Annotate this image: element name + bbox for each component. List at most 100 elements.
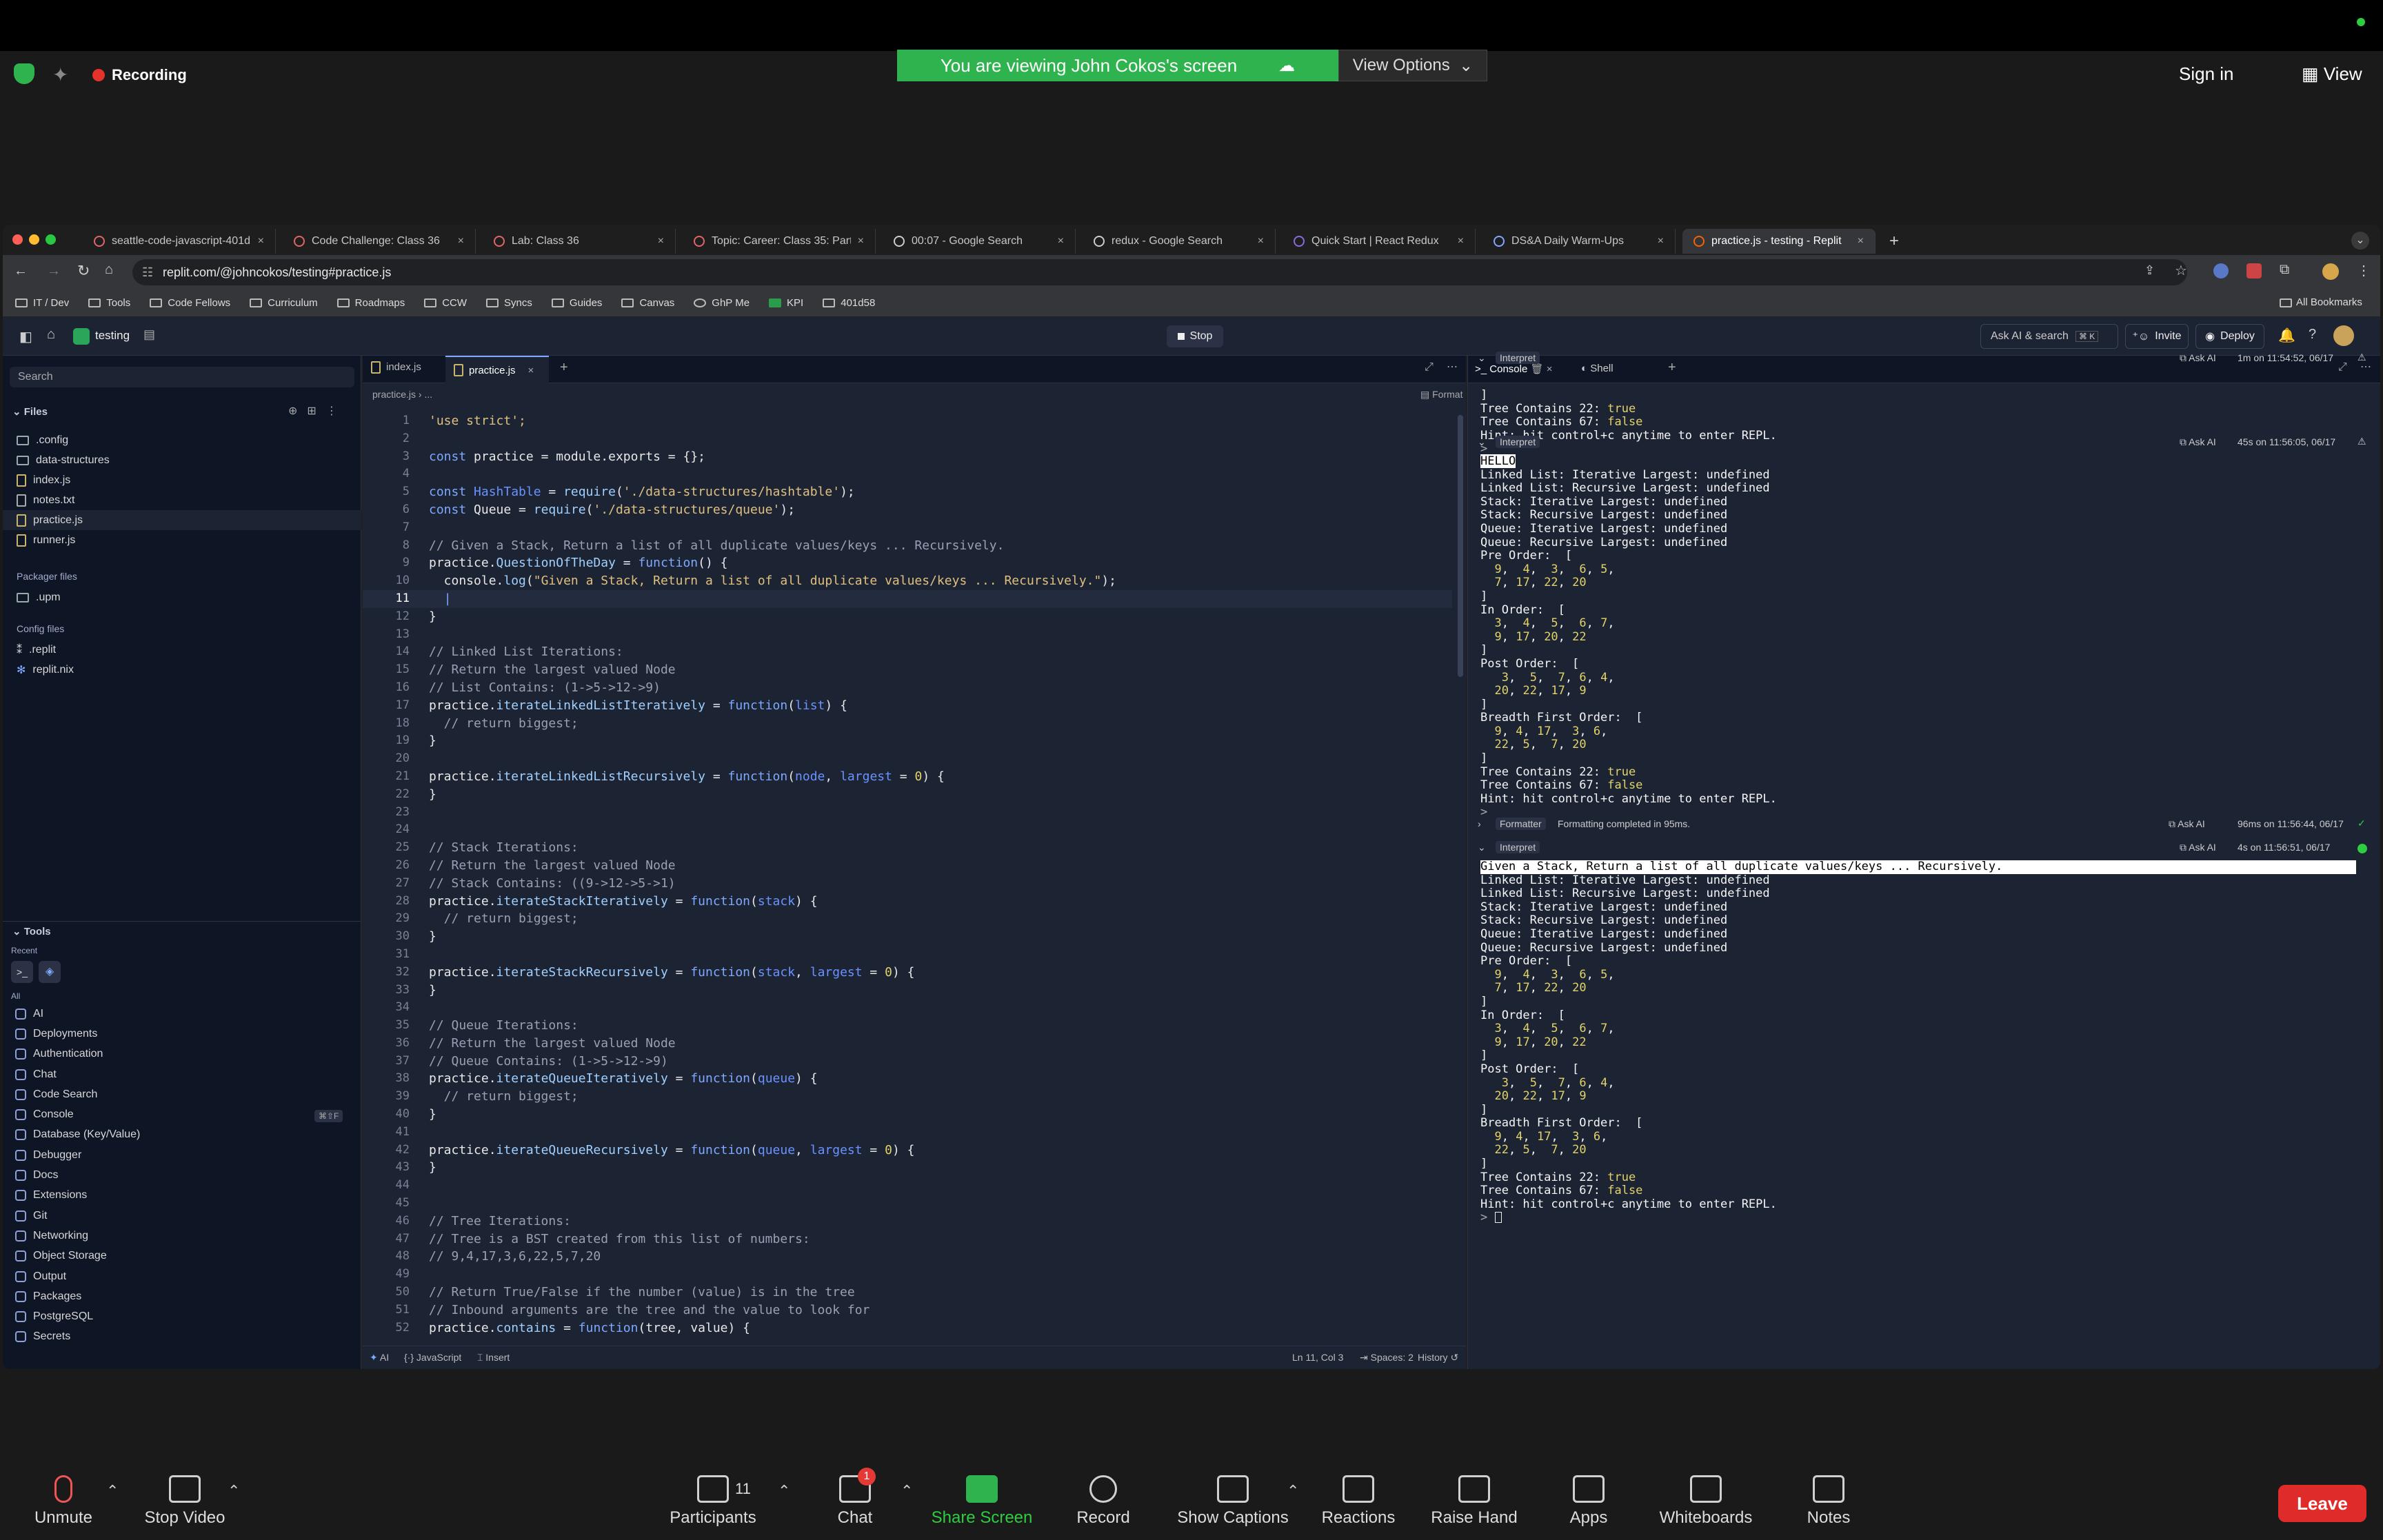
home-icon[interactable]: ⌂ [105,262,113,278]
ask-ai-button[interactable]: ⧉ Ask AI [2180,842,2216,853]
view-button[interactable]: ▦ View [2302,63,2362,85]
extension-icon[interactable] [2246,263,2262,278]
close-tab-icon[interactable]: × [858,235,864,247]
browser-tab[interactable]: 00:07 - Google Search × [883,229,1076,254]
record-button[interactable]: Record [1041,1475,1165,1528]
more-menu-icon[interactable]: ⋮ [2357,262,2371,279]
whiteboards-button[interactable]: Whiteboards [1644,1475,1768,1528]
maximize-window-icon[interactable] [46,234,56,245]
ask-ai-button[interactable]: ⧉ Ask AI [2169,818,2205,830]
chevron-up-icon[interactable]: ⌃ [1287,1482,1299,1500]
tool-item[interactable]: Deployments [3,1024,361,1044]
puzzle-icon[interactable]: ⧉ [2280,262,2289,278]
packages-recent-icon[interactable]: ◈ [39,961,61,983]
editor-scrollbar[interactable] [1458,415,1463,677]
chevron-up-icon[interactable]: ⌃ [228,1482,240,1500]
sparkle-icon[interactable]: ✦ [52,63,68,86]
notes-button[interactable]: Notes [1767,1475,1891,1528]
tool-item[interactable]: Extensions [3,1186,361,1206]
close-tab-icon[interactable]: × [1658,235,1664,247]
bookmark-star-icon[interactable]: ☆ [2175,262,2187,279]
tool-item[interactable]: Code Search [3,1084,361,1104]
ask-ai-button[interactable]: ⧉ Ask AI [2180,436,2216,448]
status-position[interactable]: Ln 11, Col 3 [1292,1352,1343,1363]
file-item[interactable]: ⁑ .replit [3,640,56,660]
close-tab-icon[interactable]: × [1258,235,1264,247]
view-options-button[interactable]: View Options ⌄ [1338,50,1487,81]
file-item[interactable]: .config [3,430,361,450]
breadcrumb[interactable]: practice.js › ... [372,389,432,400]
bookmark-item[interactable]: IT / Dev [15,297,69,309]
bookmark-item[interactable]: Code Fellows [150,297,230,309]
sidebar-toggle-icon[interactable]: ◧ [19,328,32,345]
stop-button[interactable]: Stop [1167,325,1223,347]
code-area[interactable]: 1'use strict'; 2 3 const practice = module.… [363,412,1452,1336]
project-name[interactable]: testing [95,329,130,343]
chevron-right-icon[interactable]: › [1478,818,1481,829]
close-window-icon[interactable] [12,234,23,245]
bookmark-item[interactable]: 401d58 [823,297,875,309]
browser-tab[interactable]: DS&A Daily Warm-Ups × [1482,229,1676,254]
deploy-button[interactable]: ◉ Deploy [2195,324,2264,349]
tool-item[interactable]: AI [3,1004,361,1024]
file-item[interactable]: data-structures [3,450,361,470]
close-tab-icon[interactable]: × [1458,235,1464,247]
browser-tab[interactable]: practice.js - testing - Replit × [1682,229,1876,254]
extension-icon[interactable] [2213,263,2229,278]
all-bookmarks[interactable]: All Bookmarks [2280,296,2362,308]
back-icon[interactable]: ← [14,263,28,279]
tool-item[interactable]: Docs [3,1165,361,1185]
chevron-down-icon[interactable]: ⌄ [1478,436,1486,448]
search-input[interactable]: Search [10,367,354,387]
close-tab-icon[interactable]: × [458,235,464,247]
forward-icon[interactable]: → [47,263,61,279]
bookmark-item[interactable]: Syncs [486,297,532,309]
reload-icon[interactable]: ↻ [77,262,90,280]
history-button[interactable]: History ↺ [1418,1352,1458,1364]
close-tab-icon[interactable]: × [658,235,664,247]
run-header[interactable]: ⌄ Interpret ⧉ Ask AI 4s on 11:56:51, 06/17 [1468,840,2380,858]
tool-item[interactable]: Console [3,1104,361,1124]
tab-search-icon[interactable]: ⌄ [2351,232,2369,250]
participants-button[interactable]: 11 Participants [651,1475,775,1528]
close-tab-icon[interactable]: × [258,235,264,247]
tool-item[interactable]: PostgreSQL [3,1306,361,1326]
install-icon[interactable]: ⇪ [2144,263,2155,278]
bookmark-item[interactable]: Tools [88,297,130,309]
tool-item[interactable]: Networking [3,1226,361,1246]
pane-menu-icon[interactable]: ⋯ [1447,360,1458,374]
url-field[interactable]: ☷ replit.com/@johncokos/testing#practice.… [132,259,2187,285]
chat-button[interactable]: 1 Chat [793,1468,917,1528]
tools-header[interactable]: ⌄ Tools [12,925,51,938]
tool-item[interactable]: Authentication [3,1044,361,1064]
recording-indicator[interactable]: Recording [92,66,187,84]
browser-tab[interactable]: redux - Google Search × [1083,229,1276,254]
site-settings-icon[interactable]: ☷ [142,265,153,280]
share-screen-button[interactable]: Share Screen [920,1475,1044,1528]
bookmark-item[interactable]: GhP Me [694,297,750,309]
status-spaces[interactable]: ⇥ Spaces: 2 [1360,1352,1414,1364]
ask-ai-search-button[interactable]: Ask AI & search ⌘ K [1980,324,2118,349]
status-language[interactable]: {·} JavaScript [404,1352,461,1363]
close-tab-icon[interactable]: × [1858,235,1864,247]
chevron-up-icon[interactable]: ⌃ [901,1482,913,1500]
chevron-down-icon[interactable]: ⌄ [1478,352,1486,364]
notifications-icon[interactable]: 🔔 [2278,327,2295,344]
tool-item[interactable]: Packages [3,1286,361,1306]
bookmark-item[interactable]: KPI [769,297,803,309]
file-item[interactable]: .upm [3,587,61,607]
profile-avatar[interactable] [2322,263,2339,280]
file-item[interactable]: practice.js [3,510,361,530]
status-ai[interactable]: ✦ AI [370,1352,389,1364]
browser-tab[interactable]: Lab: Class 36 × [483,229,676,254]
browser-tab[interactable]: Topic: Career: Class 35: Part × [683,229,876,254]
ask-ai-button[interactable]: ⧉ Ask AI [2180,352,2216,364]
help-icon[interactable]: ? [2309,327,2316,343]
tool-item[interactable]: Database (Key/Value) [3,1125,361,1145]
browser-tab[interactable]: Code Challenge: Class 36 × [283,229,476,254]
minimize-window-icon[interactable] [29,234,39,245]
chevron-down-icon[interactable]: ⌄ [1478,842,1486,853]
format-button[interactable]: ▤ Format [1420,389,1462,401]
chevron-up-icon[interactable]: ⌃ [778,1482,790,1500]
home-icon[interactable]: ⌂ [47,327,55,343]
